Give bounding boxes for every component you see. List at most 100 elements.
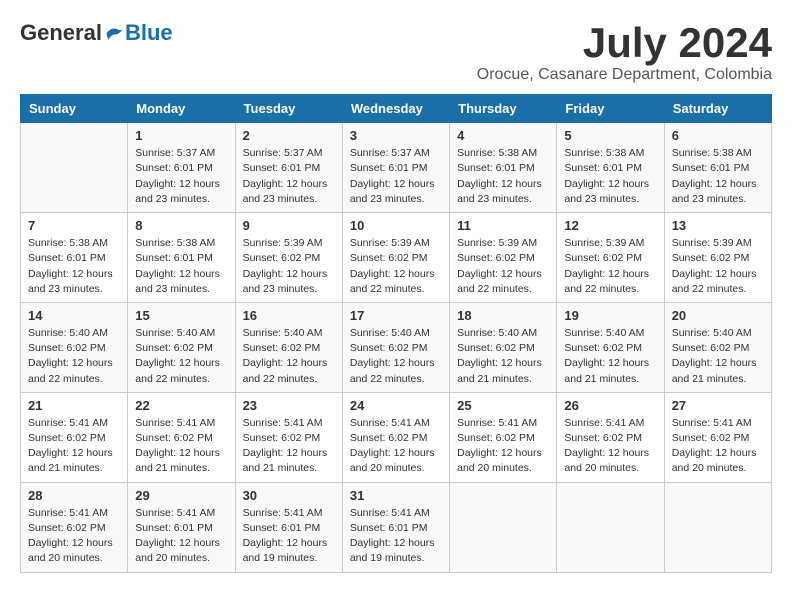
day-number: 18 xyxy=(457,308,549,323)
calendar-cell: 24 Sunrise: 5:41 AMSunset: 6:02 PMDayligh… xyxy=(342,392,449,482)
calendar-table: SundayMondayTuesdayWednesdayThursdayFrid… xyxy=(20,94,772,572)
day-info: Sunrise: 5:39 AMSunset: 6:02 PMDaylight:… xyxy=(243,236,335,297)
day-info: Sunrise: 5:38 AMSunset: 6:01 PMDaylight:… xyxy=(28,236,120,297)
day-number: 21 xyxy=(28,398,120,413)
day-info: Sunrise: 5:41 AMSunset: 6:02 PMDaylight:… xyxy=(564,416,656,477)
day-number: 8 xyxy=(135,218,227,233)
day-number: 28 xyxy=(28,488,120,503)
day-number: 1 xyxy=(135,128,227,143)
day-info: Sunrise: 5:41 AMSunset: 6:01 PMDaylight:… xyxy=(243,506,335,567)
calendar-cell: 18 Sunrise: 5:40 AMSunset: 6:02 PMDayligh… xyxy=(450,302,557,392)
calendar-week-row: 7Sunrise: 5:38 AMSunset: 6:01 PMDaylight… xyxy=(21,213,772,303)
calendar-cell: 1 Sunrise: 5:37 AMSunset: 6:01 PMDaylight… xyxy=(128,123,235,213)
day-number: 17 xyxy=(350,308,442,323)
calendar-cell: 12Sunrise: 5:39 AMSunset: 6:02 PMDayligh… xyxy=(557,213,664,303)
day-number: 26 xyxy=(564,398,656,413)
calendar-cell: 30 Sunrise: 5:41 AMSunset: 6:01 PMDayligh… xyxy=(235,482,342,572)
day-info: Sunrise: 5:37 AMSunset: 6:01 PMDaylight:… xyxy=(350,146,442,207)
day-number: 6 xyxy=(672,128,764,143)
calendar-cell: 6 Sunrise: 5:38 AMSunset: 6:01 PMDaylight… xyxy=(664,123,771,213)
calendar-cell: 11 Sunrise: 5:39 AMSunset: 6:02 PMDayligh… xyxy=(450,213,557,303)
weekday-header: Monday xyxy=(128,95,235,123)
calendar-cell: 29 Sunrise: 5:41 AMSunset: 6:01 PMDayligh… xyxy=(128,482,235,572)
calendar-cell: 4Sunrise: 5:38 AMSunset: 6:01 PMDaylight… xyxy=(450,123,557,213)
calendar-cell: 17 Sunrise: 5:40 AMSunset: 6:02 PMDayligh… xyxy=(342,302,449,392)
day-info: Sunrise: 5:40 AMSunset: 6:02 PMDaylight:… xyxy=(672,326,764,387)
day-info: Sunrise: 5:38 AMSunset: 6:01 PMDaylight:… xyxy=(457,146,549,207)
day-info: Sunrise: 5:41 AMSunset: 6:02 PMDaylight:… xyxy=(135,416,227,477)
calendar-week-row: 28 Sunrise: 5:41 AMSunset: 6:02 PMDayligh… xyxy=(21,482,772,572)
calendar-cell: 2Sunrise: 5:37 AMSunset: 6:01 PMDaylight… xyxy=(235,123,342,213)
logo-bird-icon xyxy=(105,23,125,43)
day-info: Sunrise: 5:40 AMSunset: 6:02 PMDaylight:… xyxy=(350,326,442,387)
calendar-cell: 25 Sunrise: 5:41 AMSunset: 6:02 PMDayligh… xyxy=(450,392,557,482)
day-info: Sunrise: 5:40 AMSunset: 6:02 PMDaylight:… xyxy=(457,326,549,387)
day-info: Sunrise: 5:38 AMSunset: 6:01 PMDaylight:… xyxy=(135,236,227,297)
day-number: 22 xyxy=(135,398,227,413)
weekday-header: Tuesday xyxy=(235,95,342,123)
calendar-cell: 16 Sunrise: 5:40 AMSunset: 6:02 PMDayligh… xyxy=(235,302,342,392)
day-number: 3 xyxy=(350,128,442,143)
day-number: 16 xyxy=(243,308,335,323)
calendar-cell xyxy=(557,482,664,572)
day-info: Sunrise: 5:41 AMSunset: 6:02 PMDaylight:… xyxy=(28,416,120,477)
calendar-cell: 20 Sunrise: 5:40 AMSunset: 6:02 PMDayligh… xyxy=(664,302,771,392)
day-number: 24 xyxy=(350,398,442,413)
calendar-cell: 31 Sunrise: 5:41 AMSunset: 6:01 PMDayligh… xyxy=(342,482,449,572)
day-info: Sunrise: 5:41 AMSunset: 6:02 PMDaylight:… xyxy=(28,506,120,567)
day-number: 14 xyxy=(28,308,120,323)
calendar-cell xyxy=(664,482,771,572)
day-number: 2 xyxy=(243,128,335,143)
day-number: 31 xyxy=(350,488,442,503)
weekday-header: Friday xyxy=(557,95,664,123)
day-number: 19 xyxy=(564,308,656,323)
calendar-cell: 15 Sunrise: 5:40 AMSunset: 6:02 PMDayligh… xyxy=(128,302,235,392)
day-number: 9 xyxy=(243,218,335,233)
location-title: Orocue, Casanare Department, Colombia xyxy=(477,66,772,84)
day-info: Sunrise: 5:38 AMSunset: 6:01 PMDaylight:… xyxy=(564,146,656,207)
day-info: Sunrise: 5:41 AMSunset: 6:02 PMDaylight:… xyxy=(672,416,764,477)
calendar-cell xyxy=(450,482,557,572)
logo-general-text: General xyxy=(20,20,102,46)
day-info: Sunrise: 5:40 AMSunset: 6:02 PMDaylight:… xyxy=(564,326,656,387)
day-info: Sunrise: 5:41 AMSunset: 6:02 PMDaylight:… xyxy=(457,416,549,477)
calendar-week-row: 14 Sunrise: 5:40 AMSunset: 6:02 PMDayligh… xyxy=(21,302,772,392)
day-number: 25 xyxy=(457,398,549,413)
day-info: Sunrise: 5:40 AMSunset: 6:02 PMDaylight:… xyxy=(28,326,120,387)
calendar-cell: 5Sunrise: 5:38 AMSunset: 6:01 PMDaylight… xyxy=(557,123,664,213)
day-number: 29 xyxy=(135,488,227,503)
day-info: Sunrise: 5:40 AMSunset: 6:02 PMDaylight:… xyxy=(243,326,335,387)
calendar-cell: 26 Sunrise: 5:41 AMSunset: 6:02 PMDayligh… xyxy=(557,392,664,482)
day-number: 10 xyxy=(350,218,442,233)
day-number: 13 xyxy=(672,218,764,233)
day-number: 20 xyxy=(672,308,764,323)
month-title: July 2024 xyxy=(477,20,772,66)
page-header: General Blue July 2024 Orocue, Casanare … xyxy=(20,20,772,84)
day-info: Sunrise: 5:39 AMSunset: 6:02 PMDaylight:… xyxy=(564,236,656,297)
day-info: Sunrise: 5:38 AMSunset: 6:01 PMDaylight:… xyxy=(672,146,764,207)
calendar-cell: 14 Sunrise: 5:40 AMSunset: 6:02 PMDayligh… xyxy=(21,302,128,392)
day-info: Sunrise: 5:41 AMSunset: 6:01 PMDaylight:… xyxy=(135,506,227,567)
day-info: Sunrise: 5:41 AMSunset: 6:02 PMDaylight:… xyxy=(243,416,335,477)
calendar-cell: 3 Sunrise: 5:37 AMSunset: 6:01 PMDaylight… xyxy=(342,123,449,213)
calendar-week-row: 1 Sunrise: 5:37 AMSunset: 6:01 PMDaylight… xyxy=(21,123,772,213)
calendar-header-row: SundayMondayTuesdayWednesdayThursdayFrid… xyxy=(21,95,772,123)
day-number: 30 xyxy=(243,488,335,503)
day-info: Sunrise: 5:37 AMSunset: 6:01 PMDaylight:… xyxy=(135,146,227,207)
calendar-cell: 22 Sunrise: 5:41 AMSunset: 6:02 PMDayligh… xyxy=(128,392,235,482)
title-section: July 2024 Orocue, Casanare Department, C… xyxy=(477,20,772,84)
calendar-cell: 8 Sunrise: 5:38 AMSunset: 6:01 PMDaylight… xyxy=(128,213,235,303)
weekday-header: Thursday xyxy=(450,95,557,123)
day-info: Sunrise: 5:39 AMSunset: 6:02 PMDaylight:… xyxy=(457,236,549,297)
day-number: 15 xyxy=(135,308,227,323)
day-info: Sunrise: 5:41 AMSunset: 6:02 PMDaylight:… xyxy=(350,416,442,477)
calendar-cell: 13Sunrise: 5:39 AMSunset: 6:02 PMDayligh… xyxy=(664,213,771,303)
calendar-cell: 21 Sunrise: 5:41 AMSunset: 6:02 PMDayligh… xyxy=(21,392,128,482)
logo: General Blue xyxy=(20,20,173,46)
calendar-cell: 27Sunrise: 5:41 AMSunset: 6:02 PMDayligh… xyxy=(664,392,771,482)
day-info: Sunrise: 5:40 AMSunset: 6:02 PMDaylight:… xyxy=(135,326,227,387)
day-number: 11 xyxy=(457,218,549,233)
day-info: Sunrise: 5:41 AMSunset: 6:01 PMDaylight:… xyxy=(350,506,442,567)
calendar-week-row: 21 Sunrise: 5:41 AMSunset: 6:02 PMDayligh… xyxy=(21,392,772,482)
calendar-cell: 28 Sunrise: 5:41 AMSunset: 6:02 PMDayligh… xyxy=(21,482,128,572)
